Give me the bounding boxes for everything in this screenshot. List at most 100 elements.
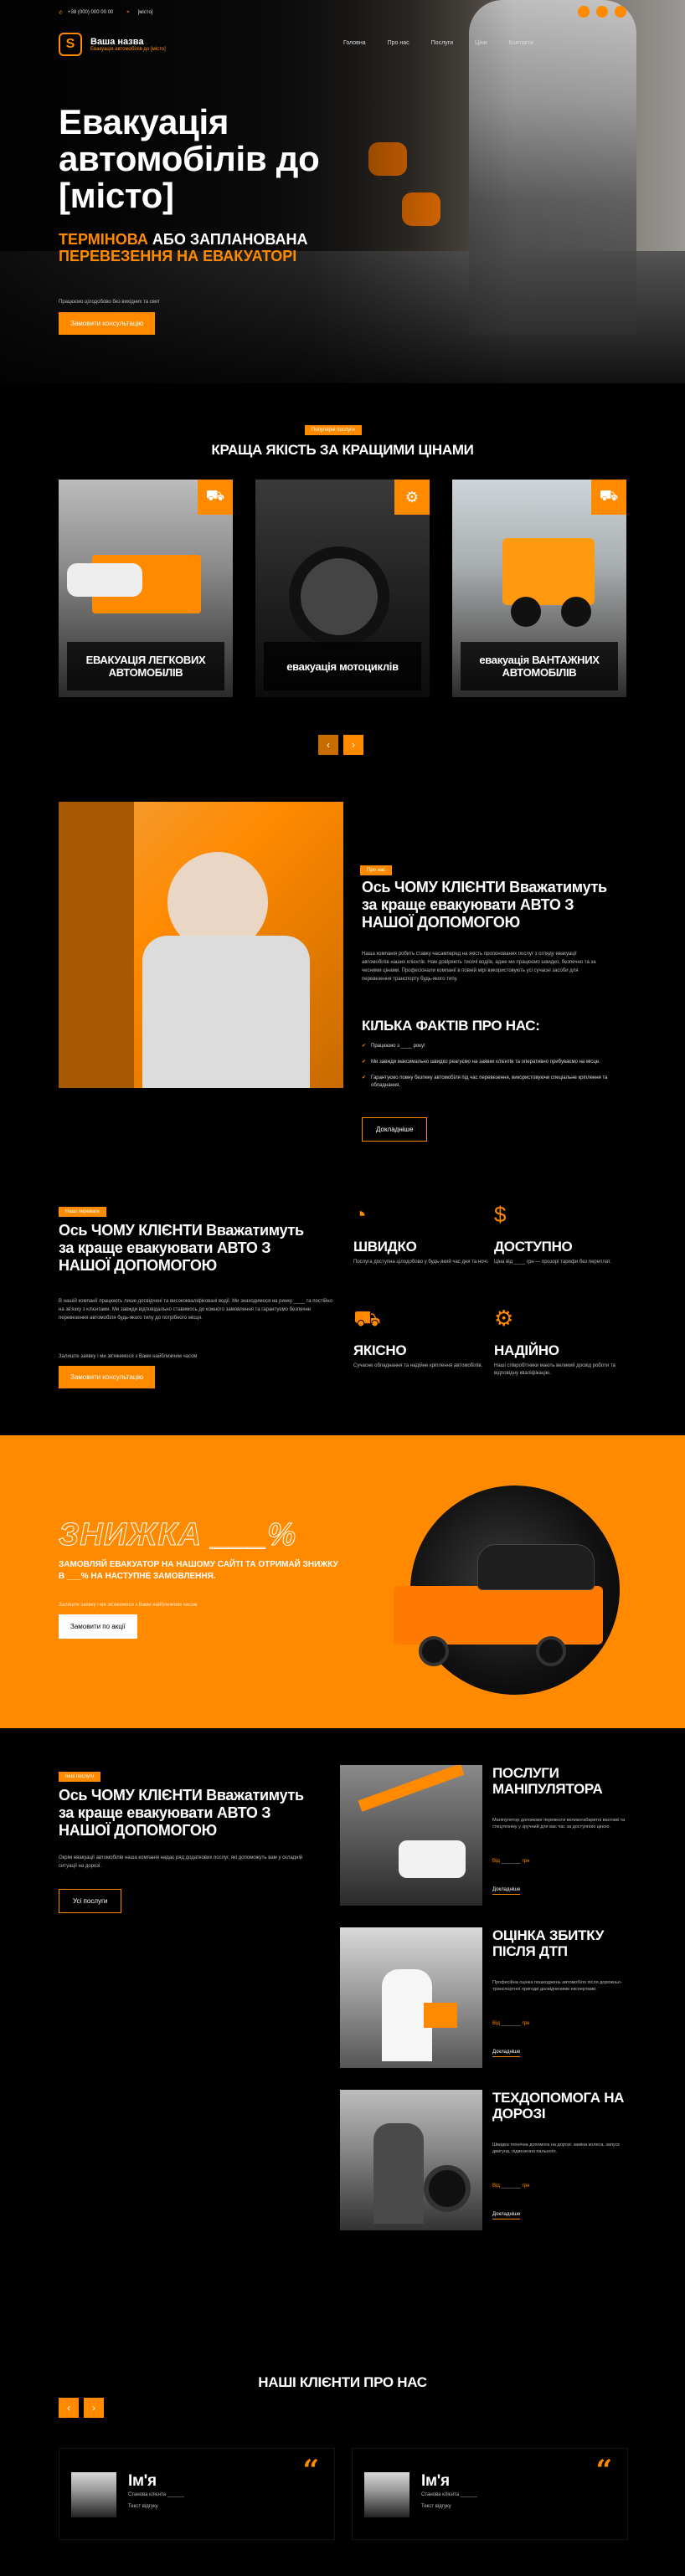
- service-roadside-assistance: ТЕХДОПОМОГА НА ДОРОЗІ Швидка технічна до…: [340, 2090, 633, 2234]
- testimonial-role: Станова клієнта ______: [128, 2492, 184, 2497]
- testimonial-name: Ім'я: [128, 2472, 157, 2490]
- truck-icon: ⛟: [591, 480, 626, 515]
- price-currency: грн: [522, 1859, 530, 1864]
- other-services-text: Окрім евакуації автомобілів наша компані…: [59, 1855, 303, 1869]
- city-label: [місто]: [137, 10, 153, 15]
- hero-note: Працюємо цілодобово без вихідних та свят: [59, 300, 160, 305]
- damage-assessment-image: [340, 1927, 482, 2068]
- feature-title: ДОСТУПНО: [494, 1239, 573, 1255]
- discount-note: Залиште заявку і ми зв'яжемося з Вами на…: [59, 1603, 198, 1608]
- feature-reliable: ⚙ НАДІЙНО Наші співробітники мають велик…: [494, 1306, 636, 1378]
- about-tag: Про нас: [360, 865, 393, 875]
- tow-truck-icon: ⛟: [198, 480, 233, 515]
- gears-icon: ⚙: [494, 1306, 514, 1331]
- service-price: Від _______ грн: [492, 2021, 530, 2026]
- main-menu: Головна Про нас Послуги Ціни Контакти: [343, 40, 533, 46]
- menu-item-home[interactable]: Головна: [343, 40, 366, 46]
- testimonials-title: НАШІ КЛІЄНТИ ПРО НАС: [258, 2374, 427, 2390]
- testimonials-carousel-controls: ‹ ›: [59, 2398, 104, 2418]
- feature-title: ШВИДКО: [353, 1239, 417, 1255]
- fact-text: Ми завжди максимально швидко реагуємо на…: [371, 1060, 600, 1065]
- avatar: [71, 2472, 116, 2517]
- social-links: [578, 6, 626, 18]
- services-tag: Популярні послуги: [305, 425, 362, 435]
- fact-item: ✔ Ми завжди максимально швидко реагуємо н…: [362, 1059, 613, 1066]
- advantages-title: Ось ЧОМУ КЛІЄНТИ Вважатимуть за краще ев…: [59, 1222, 304, 1274]
- instagram-icon[interactable]: [596, 6, 608, 18]
- phone-icon: ✆: [59, 10, 64, 16]
- facts-title: КІЛЬКА ФАКТІВ ПРО НАС:: [362, 1018, 540, 1034]
- feature-desc: Послуга доступна цілодобово у будь-який …: [353, 1260, 489, 1265]
- price-from: Від: [492, 2021, 500, 2026]
- advantages-note: Залиште заявку і ми зв'яжемося з Вами на…: [59, 1354, 198, 1359]
- about-section: Про нас Ось ЧОМУ КЛІЄНТИ Вважатимуть за …: [0, 795, 685, 1155]
- services-title: КРАЩА ЯКІСТЬ ЗА КРАЩИМИ ЦІНАМИ: [211, 442, 474, 458]
- other-services-tag: Інші послуги: [59, 1772, 101, 1782]
- feature-title: ЯКІСНО: [353, 1342, 407, 1358]
- menu-item-prices[interactable]: Ціни: [475, 40, 487, 46]
- service-more-link[interactable]: Докладніше: [492, 2212, 521, 2219]
- service-more-link[interactable]: Докладніше: [492, 1887, 521, 1895]
- hero-subtitle-text: АБО ЗАПЛАНОВАНА: [152, 231, 308, 248]
- about-image: [59, 802, 343, 1088]
- telegram-icon[interactable]: [615, 6, 626, 18]
- discount-section: ЗНИЖКА ___% ЗАМОВЛЯЙ ЕВАКУАТОР НА НАШОМУ…: [0, 1435, 685, 1728]
- price-currency: грн: [522, 2021, 530, 2026]
- manipulator-image: [340, 1765, 482, 1906]
- hero-title: Евакуація автомобілів до [місто]: [59, 102, 320, 215]
- service-card-trucks[interactable]: ⛟ евакуація ВАНТАЖНИХ АВТОМОБІЛІВ: [452, 480, 626, 697]
- menu-item-contacts[interactable]: Контакти: [509, 40, 533, 46]
- service-price: Від _______ грн: [492, 2183, 530, 2189]
- services-section: Популярні послуги КРАЩА ЯКІСТЬ ЗА КРАЩИМ…: [0, 383, 685, 795]
- service-card-cars[interactable]: ⛟ ЕВАКУАЦІЯ ЛЕГКОВИХ АВТОМОБІЛІВ: [59, 480, 233, 697]
- hero-subtitle-accent: ТЕРМІНОВА: [59, 231, 148, 248]
- feature-affordable: $ ДОСТУПНО Ціна від ____ грн — прозорі т…: [494, 1202, 636, 1266]
- check-icon: ✔: [362, 1044, 367, 1049]
- roadside-assistance-image: [340, 2090, 482, 2230]
- hero-section: ✆ +38 (000) 000 00 00 ⌖ [місто] S Ваша н…: [0, 0, 685, 383]
- hero-subtitle-accent: ПЕРЕВЕЗЕННЯ НА ЕВАКУАТОРІ: [59, 248, 297, 264]
- service-desc: Професійна оцінка пошкоджень автомобіля …: [492, 1980, 622, 1992]
- about-title: Ось ЧОМУ КЛІЄНТИ Вважатимуть за краще ев…: [362, 879, 607, 931]
- testimonials-section: НАШІ КЛІЄНТИ ПРО НАС ‹ › Ім'я Станова кл…: [0, 2364, 685, 2576]
- testimonial-text: Текст відгуку: [128, 2504, 158, 2509]
- carousel-prev-button[interactable]: ‹: [59, 2398, 79, 2418]
- menu-item-services[interactable]: Послуги: [431, 40, 453, 46]
- carousel-prev-button[interactable]: ‹: [318, 735, 338, 755]
- menu-item-about[interactable]: Про нас: [388, 40, 409, 46]
- service-card-label: ЕВАКУАЦІЯ ЛЕГКОВИХ АВТОМОБІЛІВ: [67, 642, 224, 690]
- service-title: ПОСЛУГИ МАНІПУЛЯТОРА: [492, 1765, 603, 1797]
- price-from: Від: [492, 1859, 500, 1864]
- advantages-section: Наші переваги Ось ЧОМУ КЛІЄНТИ Вважатиму…: [0, 1155, 685, 1435]
- discount-tow-truck-image: [394, 1486, 620, 1695]
- top-bar: ✆ +38 (000) 000 00 00 ⌖ [місто]: [0, 0, 685, 25]
- speedometer-icon: ◔: [353, 1202, 367, 1227]
- other-services-section: Інші послуги Ось ЧОМУ КЛІЄНТИ Вважатимут…: [0, 1728, 685, 2364]
- hero-consult-button[interactable]: Замовити консультацію: [59, 312, 156, 335]
- check-icon: ✔: [362, 1060, 367, 1065]
- phone-number[interactable]: +38 (000) 000 00 00: [68, 10, 113, 15]
- advantages-consult-button[interactable]: Замовити консультацію: [59, 1366, 156, 1388]
- tow-truck-icon: ⛟: [353, 1306, 381, 1331]
- brand-subtitle: Евакуація автомобілів до [місто]: [90, 47, 166, 52]
- motorcycle-icon: ⚙: [394, 480, 430, 515]
- brand-title: Ваша назва: [90, 37, 144, 47]
- carousel-next-button[interactable]: ›: [343, 735, 363, 755]
- facebook-icon[interactable]: [578, 6, 590, 18]
- quote-icon: “: [595, 2454, 612, 2487]
- service-desc: Швидка технічна допомога на дорозі: замі…: [492, 2142, 620, 2154]
- carousel-next-button[interactable]: ›: [84, 2398, 104, 2418]
- discount-order-button[interactable]: Замовити по акції: [59, 1614, 137, 1639]
- service-title: ТЕХДОПОМОГА НА ДОРОЗІ: [492, 2090, 625, 2122]
- hero-subtitle: ТЕРМІНОВА АБО ЗАПЛАНОВАНА ПЕРЕВЕЗЕННЯ НА…: [59, 231, 394, 264]
- avatar: [364, 2472, 409, 2517]
- testimonial-role: Станова клієнта ______: [421, 2492, 477, 2497]
- service-card-motorcycles[interactable]: ⚙ евакуація мотоциклів: [255, 480, 430, 697]
- about-more-button[interactable]: Докладніше: [362, 1117, 428, 1142]
- main-header: S Ваша назва Евакуація автомобілів до [м…: [59, 30, 628, 59]
- check-icon: ✔: [362, 1075, 367, 1080]
- all-services-button[interactable]: Усі послуги: [59, 1889, 122, 1913]
- service-more-link[interactable]: Докладніше: [492, 2050, 521, 2057]
- discount-title: ЗНИЖКА ___%: [59, 1517, 296, 1553]
- logo[interactable]: S: [59, 33, 82, 56]
